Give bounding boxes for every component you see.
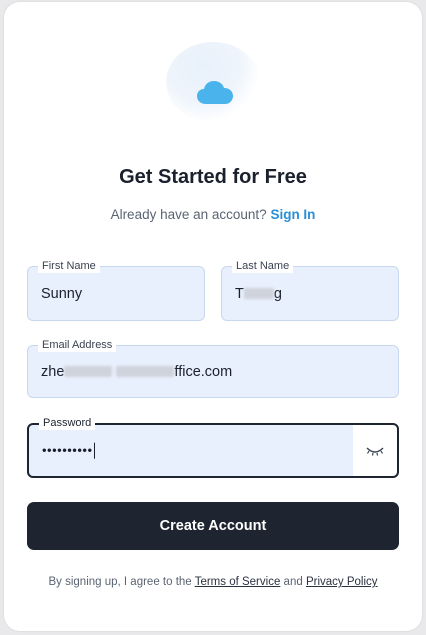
last-name-visible-char: T [235,285,244,302]
page-title: Get Started for Free [119,166,307,188]
email-field[interactable]: Email Address zhe ffice.com [27,338,399,398]
sign-in-prompt: Already have an account? Sign In [4,207,422,222]
logo [164,42,269,122]
password-visibility-toggle[interactable] [353,425,397,476]
password-dots: •••••••••• [42,442,93,458]
password-field[interactable]: Password •••••••••• [27,416,399,478]
last-name-label: Last Name [232,259,294,273]
terms-notice: By signing up, I agree to the Terms of S… [4,576,422,588]
text-caret [93,442,95,459]
terms-and: and [283,576,303,588]
email-suffix: ffice.com [174,363,233,380]
redacted-text [116,366,175,378]
email-prefix: zhe [41,363,65,380]
eye-closed-icon [366,446,384,456]
privacy-policy-link[interactable]: Privacy Policy [306,576,378,588]
sign-in-prompt-text: Already have an account? [110,207,267,222]
redacted-text [64,366,113,378]
terms-prefix: By signing up, I agree to the [48,576,192,588]
signup-card: Get Started for Free Already have an acc… [4,2,422,631]
first-name-label: First Name [38,259,100,273]
email-label: Email Address [38,338,117,352]
redacted-text [243,288,274,300]
first-name-field[interactable]: First Name Sunny [27,259,205,321]
email-value: zhe ffice.com [41,364,232,380]
last-name-suffix: g [273,285,282,302]
terms-of-service-link[interactable]: Terms of Service [195,576,281,588]
password-value: •••••••••• [42,442,95,459]
create-account-button[interactable]: Create Account [27,502,399,550]
sign-in-link[interactable]: Sign In [270,207,315,222]
password-label: Password [39,416,96,430]
cloud-icon [197,81,233,104]
first-name-value: Sunny [41,285,83,302]
last-name-field[interactable]: Last Name Tg [221,259,399,321]
last-name-value: Tg [235,286,282,302]
